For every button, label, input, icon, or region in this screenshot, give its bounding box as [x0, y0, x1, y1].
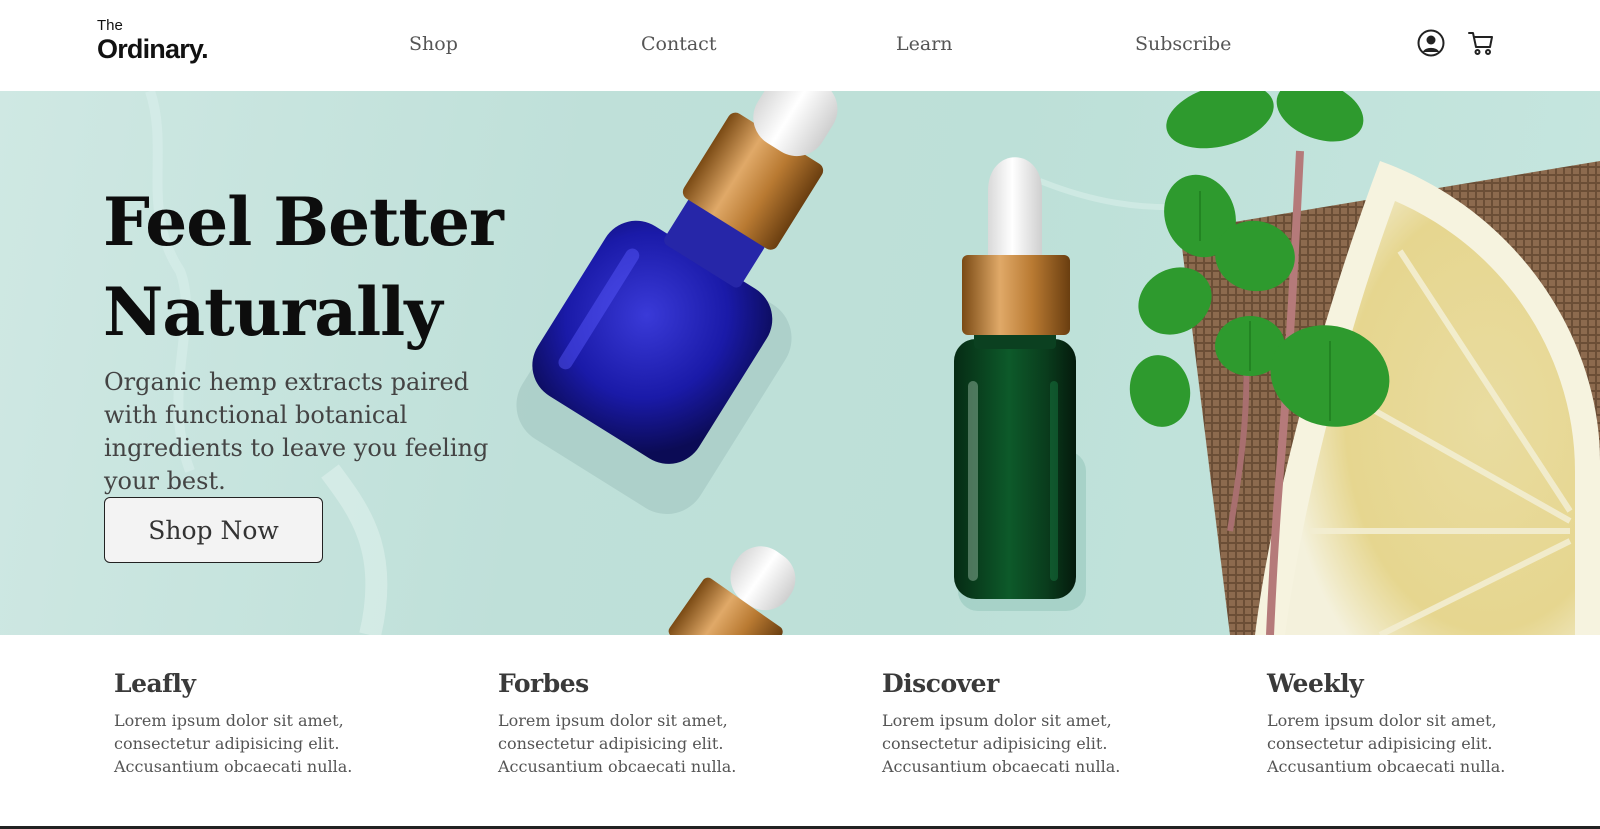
brand-logo[interactable]: The Ordinary. [97, 17, 209, 65]
feature-text: Lorem ipsum dolor sit amet, consectetur … [498, 711, 737, 776]
site-header: The Ordinary. Shop Contact Learn Subscri… [0, 0, 1600, 91]
feature-card-forbes: Forbes Lorem ipsum dolor sit amet, conse… [498, 669, 798, 778]
nav-link-subscribe[interactable]: Subscribe [1135, 33, 1231, 55]
feature-text: Lorem ipsum dolor sit amet, consectetur … [882, 711, 1121, 776]
feature-text: Lorem ipsum dolor sit amet, consectetur … [1267, 711, 1506, 776]
feature-text: Lorem ipsum dolor sit amet, consectetur … [114, 711, 353, 776]
hero-subtitle: Organic hemp extracts paired with functi… [104, 368, 489, 495]
user-icon [1417, 29, 1445, 57]
cart-icon [1468, 32, 1493, 55]
nav-link-shop[interactable]: Shop [409, 33, 458, 55]
feature-title: Weekly [1267, 669, 1364, 698]
feature-title: Forbes [498, 669, 589, 698]
nav-link-contact[interactable]: Contact [641, 33, 716, 55]
nav-link-learn[interactable]: Learn [896, 33, 953, 55]
feature-card-leafly: Leafly Lorem ipsum dolor sit amet, conse… [114, 669, 414, 778]
feature-card-discover: Discover Lorem ipsum dolor sit amet, con… [882, 669, 1182, 778]
hero-title-line-1: Feel Better [103, 183, 504, 261]
brand-logo-name: Ordinary. [97, 34, 209, 64]
cart-button[interactable] [1466, 28, 1496, 58]
feature-card-weekly: Weekly Lorem ipsum dolor sit amet, conse… [1267, 669, 1567, 778]
hero-title-line-2: Naturally [103, 273, 443, 351]
feature-title: Leafly [114, 669, 196, 698]
hero-banner: Feel Better Naturally Organic hemp extra… [0, 91, 1600, 635]
hero-title: Feel Better Naturally [103, 177, 623, 357]
shop-now-button[interactable]: Shop Now [104, 497, 323, 563]
account-button[interactable] [1416, 28, 1446, 58]
press-features: Leafly Lorem ipsum dolor sit amet, conse… [0, 635, 1600, 825]
feature-title: Discover [882, 669, 999, 698]
brand-logo-prefix: The [97, 17, 123, 34]
